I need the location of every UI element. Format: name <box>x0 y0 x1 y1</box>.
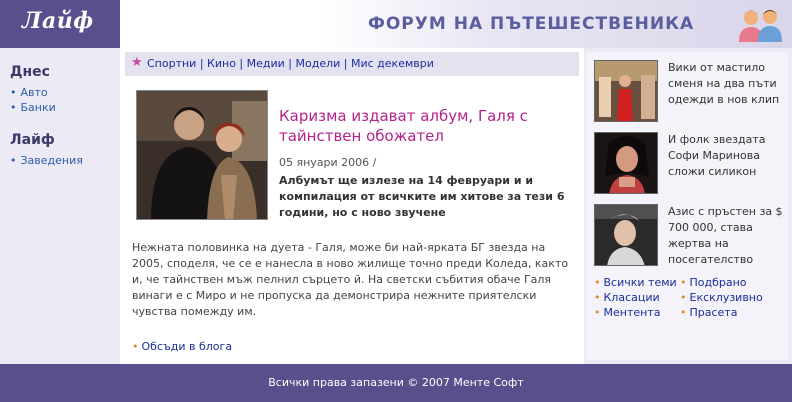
left-sidebar: Днес • Авто • Банки Лайф • Заведения <box>0 48 120 364</box>
nav-item-label[interactable]: Банки <box>21 101 56 114</box>
side-news-text[interactable]: Азис с пръстен за $ 700 000, става жертв… <box>668 204 786 268</box>
forum-people-icon <box>739 10 782 42</box>
nav-item-venues[interactable]: • Заведения <box>10 154 83 167</box>
category-link-miss-december[interactable]: Мис декември <box>351 57 434 70</box>
side-link-label[interactable]: Всички теми <box>604 276 677 289</box>
copyright-text: Всички права запазени © 2007 Менте Софт <box>268 376 524 389</box>
site-header: Лайф ФОРУМ НА ПЪТЕШЕСТВЕНИКА <box>0 0 792 48</box>
site-footer: Всички права запазени © 2007 Менте Софт <box>0 364 792 402</box>
nav-heading-life: Лайф <box>10 132 55 148</box>
site-logo[interactable]: Лайф <box>0 0 120 48</box>
category-link-media[interactable]: Медии <box>247 57 285 70</box>
side-news-thumb[interactable] <box>594 60 658 122</box>
article-photo[interactable] <box>136 90 268 220</box>
article-body: Нежната половинка на дуета - Галя, може … <box>132 241 569 318</box>
discuss-in-blog-link[interactable]: • Обсъди в блога <box>132 340 232 353</box>
thumb-image <box>595 205 657 265</box>
right-sidebar: Вики от мастило сменя на два пъти одежди… <box>584 48 792 364</box>
bullet-icon: • <box>594 306 601 319</box>
nav-item-banks[interactable]: • Банки <box>10 101 56 114</box>
side-link-label[interactable]: Ментента <box>604 306 661 319</box>
nav-heading-today: Днес <box>10 64 50 80</box>
bullet-icon: • <box>680 276 687 289</box>
category-link-models[interactable]: Модели <box>296 57 341 70</box>
side-link-label[interactable]: Подбрано <box>690 276 747 289</box>
side-link-pigs[interactable]: • Прасета <box>680 306 737 319</box>
category-separator: | <box>196 57 208 70</box>
side-news-text[interactable]: Вики от мастило сменя на два пъти одежди… <box>668 60 786 108</box>
side-news-thumb[interactable] <box>594 132 658 194</box>
side-news-text[interactable]: И фолк звездата Софи Маринова сложи сили… <box>668 132 786 180</box>
bullet-icon: • <box>132 340 139 353</box>
featured-article: Каризма издават албум, Галя с тайнствен … <box>125 76 579 360</box>
side-link-exclusive[interactable]: • Ексклузивно <box>680 291 763 304</box>
side-link-rankings[interactable]: • Класации <box>594 291 660 304</box>
category-separator: | <box>340 57 351 70</box>
bullet-icon: • <box>680 306 687 319</box>
side-link-label[interactable]: Ексклузивно <box>690 291 763 304</box>
nav-item-label[interactable]: Авто <box>21 86 48 99</box>
side-link-all-topics[interactable]: • Всички теми <box>594 276 677 289</box>
article-date: 05 януари 2006 / <box>279 156 377 169</box>
category-bar: ★ Спортни | Кино | Медии | Модели | Мис … <box>125 52 579 76</box>
side-link-label[interactable]: Класации <box>604 291 660 304</box>
side-news-thumb[interactable] <box>594 204 658 266</box>
banner-title[interactable]: ФОРУМ НА ПЪТЕШЕСТВЕНИКА <box>368 14 694 34</box>
discuss-in-blog-label[interactable]: Обсъди в блога <box>142 340 233 353</box>
logo-text[interactable]: Лайф <box>22 8 94 34</box>
category-links: Спортни | Кино | Медии | Модели | Мис де… <box>147 57 434 70</box>
bullet-icon: • <box>10 101 17 114</box>
nav-item-label[interactable]: Заведения <box>21 154 83 167</box>
side-link-selected[interactable]: • Подбрано <box>680 276 747 289</box>
nav-item-auto[interactable]: • Авто <box>10 86 48 99</box>
side-news-panel: Вики от мастило сменя на два пъти одежди… <box>586 52 788 360</box>
article-lead: Албумът ще излезе на 14 февруари и и ком… <box>279 174 565 219</box>
bullet-icon: • <box>680 291 687 304</box>
thumb-image <box>595 61 657 121</box>
main-panel: ★ Спортни | Кино | Медии | Модели | Мис … <box>125 52 579 360</box>
bullet-icon: • <box>594 291 601 304</box>
side-link-label[interactable]: Прасета <box>690 306 738 319</box>
side-link-mententa[interactable]: • Ментента <box>594 306 660 319</box>
article-photo-image <box>137 91 267 219</box>
forum-banner[interactable]: ФОРУМ НА ПЪТЕШЕСТВЕНИКА <box>120 0 792 48</box>
category-separator: | <box>235 57 247 70</box>
star-icon: ★ <box>131 55 143 70</box>
bullet-icon: • <box>594 276 601 289</box>
bullet-icon: • <box>10 154 17 167</box>
category-link-sports[interactable]: Спортни <box>147 57 196 70</box>
category-link-cinema[interactable]: Кино <box>207 57 236 70</box>
bullet-icon: • <box>10 86 17 99</box>
thumb-image <box>595 133 657 193</box>
main-content: ★ Спортни | Кино | Медии | Модели | Мис … <box>120 48 584 364</box>
category-separator: | <box>284 57 296 70</box>
article-headline[interactable]: Каризма издават албум, Галя с тайнствен … <box>279 106 569 146</box>
